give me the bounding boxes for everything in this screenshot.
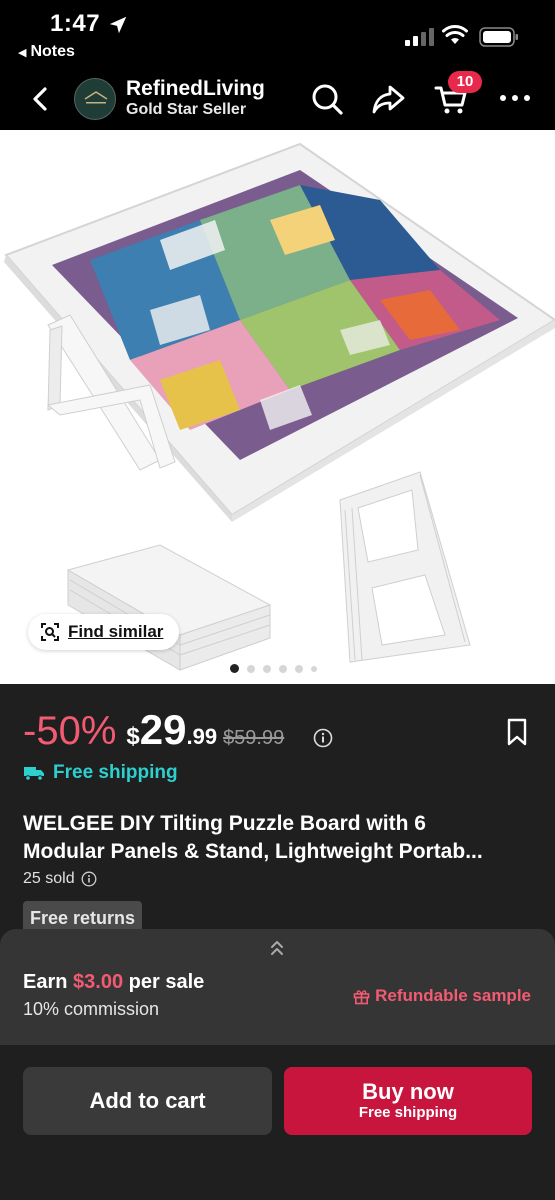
bookmark-icon[interactable]: [506, 718, 528, 746]
back-triangle-icon: ◀: [18, 47, 27, 59]
free-shipping-label: Free shipping: [23, 762, 178, 784]
product-details: -50% $ 29 .99 $59.99 Free shipping WELGE…: [0, 684, 555, 944]
commission-rate: 10% commission: [23, 999, 160, 1019]
back-app-label: Notes: [30, 43, 75, 60]
gift-icon: [353, 989, 370, 1004]
location-arrow-icon: [109, 16, 127, 34]
product-image-carousel[interactable]: Find similar: [0, 130, 555, 684]
back-to-app-link[interactable]: ◀ Notes: [18, 43, 75, 61]
search-icon[interactable]: [310, 82, 344, 116]
earn-amount: $3.00: [73, 971, 124, 993]
status-bar: 1:47 ◀ Notes: [0, 0, 555, 70]
add-to-cart-button[interactable]: Add to cart: [23, 1067, 272, 1135]
navigation-bar: RefinedLiving Gold Star Seller 10: [0, 70, 555, 130]
sold-text: 25 sold: [23, 870, 75, 887]
discount-percent: -50%: [23, 709, 117, 753]
seller-badge: Gold Star Seller: [126, 101, 247, 118]
price-row: -50% $ 29 .99 $59.99: [23, 706, 284, 754]
earn-prefix: Earn: [23, 971, 68, 993]
find-similar-button[interactable]: Find similar: [28, 614, 180, 650]
chevron-up-icon[interactable]: [268, 939, 286, 957]
refundable-sample-link[interactable]: Refundable sample: [353, 986, 531, 1006]
affiliate-sheet[interactable]: Earn $3.00 per sale 10% commission Refun…: [0, 929, 555, 1045]
image-search-icon: [41, 623, 59, 641]
carousel-dot[interactable]: [279, 664, 287, 673]
product-title-line: Modular Panels & Stand, Lightweight Port…: [23, 840, 483, 863]
share-icon[interactable]: [372, 82, 406, 116]
price-info-icon[interactable]: [313, 728, 333, 748]
more-options-icon[interactable]: [498, 86, 532, 110]
carousel-dot[interactable]: [263, 664, 271, 673]
bottom-action-bar: Add to cart Buy now Free shipping: [0, 1045, 555, 1200]
price-whole: 29: [139, 706, 187, 753]
carousel-dot[interactable]: [311, 665, 317, 672]
carousel-dot[interactable]: [247, 664, 255, 673]
sold-count: 25 sold: [23, 870, 97, 888]
cart-count-badge: 10: [448, 71, 482, 93]
original-price: $59.99: [223, 727, 285, 749]
shipping-text: Free shipping: [53, 762, 178, 783]
product-title[interactable]: WELGEE DIY Tilting Puzzle Board with 6 M…: [23, 810, 535, 866]
status-time: 1:47: [50, 10, 101, 37]
find-similar-label: Find similar: [68, 622, 164, 641]
truck-icon: [24, 767, 44, 781]
product-photo: [4, 142, 555, 671]
carousel-indicator: [230, 664, 317, 673]
earn-per-sale: Earn $3.00 per sale: [23, 971, 204, 994]
wifi-icon: [442, 25, 468, 44]
carousel-dot[interactable]: [230, 664, 239, 673]
cellular-signal-icon: [405, 28, 434, 46]
product-title-line: WELGEE DIY Tilting Puzzle Board with 6: [23, 812, 426, 835]
sold-info-icon[interactable]: [81, 871, 97, 887]
price-cents: .99: [186, 724, 218, 749]
buy-now-button[interactable]: Buy now Free shipping: [284, 1067, 532, 1135]
back-chevron-icon[interactable]: [26, 82, 56, 116]
store-logo-icon: [84, 91, 108, 104]
currency-symbol: $: [126, 723, 140, 750]
earn-suffix: per sale: [128, 971, 205, 993]
store-avatar[interactable]: [74, 78, 116, 120]
buy-now-label: Buy now: [362, 1079, 454, 1104]
battery-icon: [479, 27, 518, 47]
carousel-dot[interactable]: [295, 664, 303, 673]
refundable-text: Refundable sample: [375, 986, 531, 1005]
buy-now-sublabel: Free shipping: [358, 1104, 458, 1121]
store-name[interactable]: RefinedLiving: [126, 77, 265, 101]
